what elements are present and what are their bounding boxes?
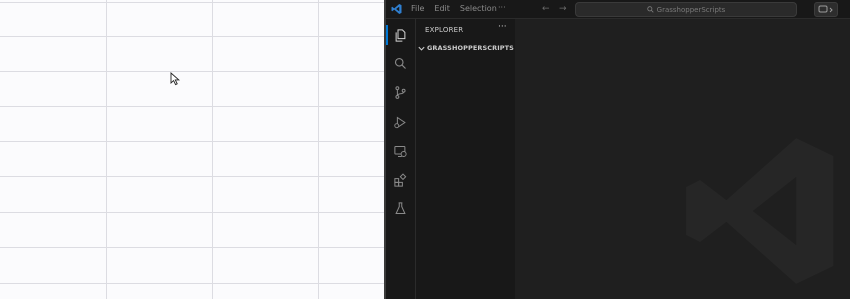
menu-bar: File Edit Selection [411, 0, 497, 18]
activity-testing[interactable] [386, 197, 415, 219]
run-debug-icon [394, 116, 406, 128]
chat-icon [818, 5, 833, 13]
grid-column-line [212, 0, 213, 299]
grid-row-line [0, 2, 384, 3]
explorer-sidebar: EXPLORER ··· GRASSHOPPERSCRIPTS [416, 19, 515, 299]
mouse-pointer-icon [170, 72, 180, 86]
explorer-icon [395, 28, 406, 42]
forward-arrow-icon[interactable]: → [559, 3, 567, 15]
vscode-logo-icon [391, 4, 402, 14]
activity-source-control[interactable] [386, 81, 415, 103]
command-center-search[interactable]: GrasshopperScripts [575, 2, 797, 17]
activity-run-debug[interactable] [386, 111, 415, 133]
testing-icon [395, 201, 406, 214]
activity-remote-explorer[interactable] [386, 140, 415, 162]
activity-explorer[interactable] [386, 24, 415, 46]
grid-row-line [0, 247, 384, 248]
copilot-chat-button[interactable] [814, 2, 838, 17]
sidebar-title: EXPLORER [425, 26, 464, 34]
activity-search[interactable] [386, 52, 415, 74]
menu-selection[interactable]: Selection [460, 0, 497, 18]
menu-more-button[interactable]: ··· [498, 0, 506, 16]
grid-column-line [318, 0, 319, 299]
vscode-window: File Edit Selection ··· ← → GrasshopperS… [386, 0, 850, 299]
editor-area[interactable] [515, 19, 850, 299]
source-control-icon [395, 85, 406, 99]
spreadsheet-grid[interactable] [0, 0, 384, 299]
chevron-down-icon [418, 46, 425, 51]
workspace-folder[interactable]: GRASSHOPPERSCRIPTS [416, 42, 515, 54]
extensions-icon [394, 172, 407, 187]
grid-row-line [0, 71, 384, 72]
remote-explorer-icon [394, 145, 407, 157]
menu-edit[interactable]: Edit [434, 0, 450, 18]
grid-row-line [0, 106, 384, 107]
grid-row-line [0, 176, 384, 177]
back-arrow-icon[interactable]: ← [542, 3, 550, 15]
grid-row-line [0, 141, 384, 142]
activity-extensions[interactable] [386, 169, 415, 191]
menu-file[interactable]: File [411, 0, 424, 18]
search-label: GrasshopperScripts [656, 5, 726, 14]
sidebar-more-button[interactable]: ··· [498, 22, 507, 32]
grid-row-line [0, 36, 384, 37]
search-icon [646, 6, 654, 13]
workspace-folder-name: GRASSHOPPERSCRIPTS [427, 44, 514, 52]
vscode-watermark-icon [686, 138, 834, 284]
search-icon [394, 57, 406, 69]
grid-column-line [106, 0, 107, 299]
title-bar: File Edit Selection ··· ← → GrasshopperS… [386, 0, 850, 19]
activity-bar [386, 19, 416, 299]
grid-row-line [0, 283, 384, 284]
grid-row-line [0, 212, 384, 213]
